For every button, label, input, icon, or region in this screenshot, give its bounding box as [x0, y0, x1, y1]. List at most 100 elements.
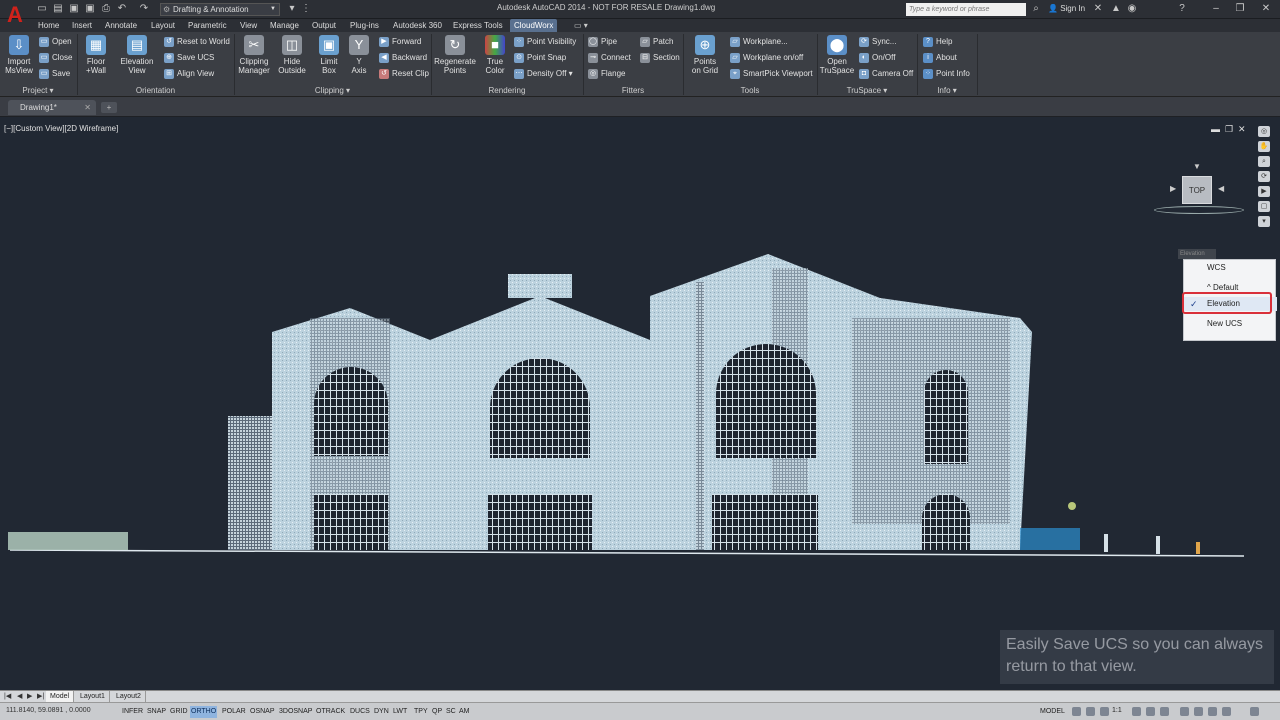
- toggle-ortho[interactable]: ORTHO: [190, 706, 218, 718]
- connect-button[interactable]: ⊸ Connect: [588, 52, 631, 64]
- viewcube-face-top[interactable]: TOP: [1182, 176, 1212, 204]
- zoom-icon[interactable]: ⌕: [1258, 156, 1270, 167]
- limit-box-button[interactable]: ▣ Limit Box: [312, 35, 346, 85]
- tab-layout[interactable]: Layout: [151, 19, 175, 32]
- close-button[interactable]: ✕: [1258, 2, 1274, 16]
- tab-model[interactable]: Model: [46, 691, 75, 702]
- redo-icon[interactable]: ↷: [138, 3, 150, 15]
- reset-clip-button[interactable]: ↺ Reset Clip: [379, 68, 429, 80]
- viewcube[interactable]: ▼ ▶ ◀ TOP: [1154, 162, 1244, 222]
- clipping-manager-button[interactable]: ✂ Clipping Manager: [236, 35, 272, 85]
- panel-truspace-title[interactable]: TruSpace ▾: [818, 85, 916, 96]
- toggle-otrack[interactable]: OTRACK: [315, 706, 346, 718]
- point-info-button[interactable]: ⁘ Point Info: [923, 68, 970, 80]
- lock-icon[interactable]: [1180, 707, 1189, 716]
- toggle-osnap[interactable]: OSNAP: [249, 706, 276, 718]
- tab-layout1[interactable]: Layout1: [76, 691, 110, 702]
- help-button[interactable]: ? Help: [923, 36, 952, 48]
- showmotion-icon[interactable]: ▶: [1258, 186, 1270, 197]
- drawing-viewport[interactable]: [−][Custom View][2D Wireframe] ▬ ❐ ✕ ▼ ▶…: [0, 118, 1280, 690]
- patch-button[interactable]: ▱ Patch: [640, 36, 673, 48]
- viewcube-arrow-up-icon[interactable]: ▼: [1193, 162, 1201, 171]
- quick-view-layouts-icon[interactable]: [1072, 707, 1081, 716]
- save-as-icon[interactable]: ▣: [84, 3, 96, 15]
- communication-icon[interactable]: ◉: [1126, 3, 1138, 15]
- forward-button[interactable]: ▶ Forward: [379, 36, 421, 48]
- panel-info-title[interactable]: Info ▾: [918, 85, 976, 96]
- y-axis-button[interactable]: Y Y Axis: [342, 35, 376, 85]
- tab-output[interactable]: Output: [312, 19, 336, 32]
- camera-off-button[interactable]: ◘ Camera Off: [859, 68, 913, 80]
- coordinate-readout[interactable]: 111.8140, 59.0891 , 0.0000: [6, 707, 91, 714]
- tab-parametric[interactable]: Parametric: [188, 19, 227, 32]
- pan-icon[interactable]: ✋: [1258, 141, 1270, 152]
- toggle-3dosnap[interactable]: 3DOSNAP: [278, 706, 313, 718]
- new-tab-button[interactable]: +: [101, 102, 117, 113]
- prev-layout-icon[interactable]: ◀: [17, 692, 22, 700]
- tab-express-tools[interactable]: Express Tools: [453, 19, 503, 32]
- new-file-icon[interactable]: ▭: [36, 3, 48, 15]
- truspace-onoff-button[interactable]: ◐ On/Off: [859, 52, 895, 64]
- annotation-scale-icon[interactable]: [1100, 707, 1109, 716]
- toggle-polar[interactable]: POLAR: [221, 706, 247, 718]
- toggle-infer[interactable]: INFER: [121, 706, 144, 718]
- save-ucs-button[interactable]: ⊕ Save UCS: [164, 52, 214, 64]
- signin-button[interactable]: 👤 Sign In: [1048, 4, 1085, 13]
- first-layout-icon[interactable]: |◀: [4, 692, 11, 700]
- next-layout-icon[interactable]: ▶: [27, 692, 32, 700]
- points-on-grid-button[interactable]: ⊕ Points on Grid: [688, 35, 722, 85]
- help-icon[interactable]: ?: [1176, 3, 1188, 15]
- open-button[interactable]: ▭ Open: [39, 36, 72, 48]
- workplane-button[interactable]: ▱ Workplane...: [730, 36, 788, 48]
- true-color-button[interactable]: ■ True Color: [478, 35, 512, 85]
- viewport-close-icon[interactable]: ✕: [1238, 124, 1246, 135]
- restore-button[interactable]: ❐: [1232, 2, 1248, 16]
- customize-icon[interactable]: ⋮: [300, 3, 312, 15]
- nav-more-icon[interactable]: ▾: [1258, 216, 1270, 227]
- annotation-scale-value[interactable]: 1:1: [1112, 707, 1122, 714]
- ucs-item-wcs[interactable]: WCS: [1184, 261, 1277, 275]
- workspace-switch-icon[interactable]: [1160, 707, 1169, 716]
- orbit-icon[interactable]: ⟳: [1258, 171, 1270, 182]
- close-tab-icon[interactable]: ✕: [84, 100, 91, 115]
- undo-icon[interactable]: ↶: [116, 3, 128, 15]
- nav-wheel-icon[interactable]: ◎: [1258, 126, 1270, 137]
- section-button[interactable]: ⊟ Section: [640, 52, 680, 64]
- tab-annotate[interactable]: Annotate: [105, 19, 137, 32]
- tab-plugins[interactable]: Plug-ins: [350, 19, 379, 32]
- ucs-menu-label[interactable]: Elevation: [1178, 249, 1216, 259]
- status-menu-icon[interactable]: [1222, 707, 1231, 716]
- exchange-icon[interactable]: ✕: [1092, 3, 1104, 15]
- search-icon[interactable]: ⌕: [1030, 3, 1042, 15]
- align-view-button[interactable]: ⊞ Align View: [164, 68, 214, 80]
- viewcube-arrow-left-icon[interactable]: ▶: [1170, 184, 1176, 193]
- import-msview-button[interactable]: ⇩ Import MsView: [2, 35, 36, 85]
- viewport-minimize-icon[interactable]: ▬: [1211, 124, 1220, 134]
- hide-outside-button[interactable]: ◫ Hide Outside: [275, 35, 309, 85]
- autoscale-icon[interactable]: [1146, 707, 1155, 716]
- toggle-dyn[interactable]: DYN: [373, 706, 390, 718]
- autocad-logo-icon[interactable]: A: [2, 2, 28, 28]
- isolate-objects-icon[interactable]: [1208, 707, 1217, 716]
- toggle-snap[interactable]: SNAP: [146, 706, 167, 718]
- toggle-grid[interactable]: GRID: [169, 706, 189, 718]
- toggle-qp[interactable]: QP: [431, 706, 443, 718]
- file-tab-drawing1[interactable]: Drawing1* ✕: [8, 100, 96, 115]
- ribbon-minimize-icon[interactable]: ▭ ▾: [574, 19, 588, 32]
- quick-access-more-icon[interactable]: ▾: [286, 3, 298, 15]
- viewcube-arrow-right-icon[interactable]: ◀: [1218, 184, 1224, 193]
- toggle-ducs[interactable]: DUCS: [349, 706, 371, 718]
- about-button[interactable]: i About: [923, 52, 957, 64]
- minimize-button[interactable]: –: [1208, 2, 1224, 16]
- elevation-view-button[interactable]: ▤ Elevation View: [118, 35, 156, 85]
- smartpick-viewport-button[interactable]: ⌖ SmartPick Viewport: [730, 68, 813, 80]
- floor-wall-button[interactable]: ▦ Floor +Wall: [79, 35, 113, 85]
- open-truspace-button[interactable]: ⬤ Open TruSpace: [819, 35, 855, 85]
- tab-view[interactable]: View: [240, 19, 257, 32]
- density-off-button[interactable]: ⋯ Density Off ▾: [514, 68, 573, 80]
- reset-to-world-button[interactable]: ↺ Reset to World: [164, 36, 230, 48]
- last-layout-icon[interactable]: ▶|: [37, 692, 44, 700]
- sync-button[interactable]: ⟳ Sync...: [859, 36, 896, 48]
- toggle-sc[interactable]: SC: [445, 706, 457, 718]
- viewport-label[interactable]: [−][Custom View][2D Wireframe]: [4, 124, 118, 133]
